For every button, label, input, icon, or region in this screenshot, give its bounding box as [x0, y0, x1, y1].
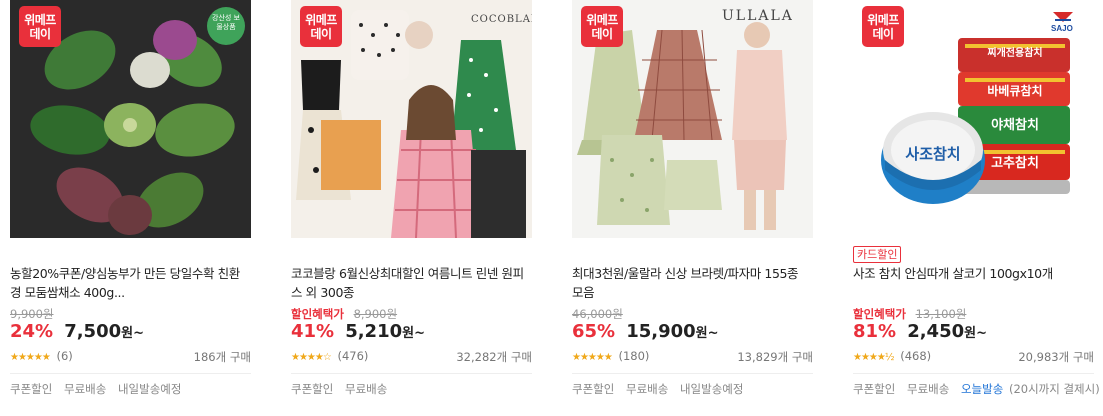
product-thumbnail[interactable]: COCOBLANC 위메프 데이 [291, 0, 532, 238]
delivery-schedule-label: 내일발송예정 [117, 382, 182, 396]
coupon-discount-label: 쿠폰할인 [572, 382, 615, 396]
product-card[interactable]: 강산성 보물상품 위메프 데이 농할20%쿠폰/양심농부가 만든 당일수확 친환… [10, 0, 251, 416]
rating-row: ★★★★☆ (476) 32,282개 구매 [291, 349, 532, 364]
divider [572, 373, 813, 374]
product-card[interactable]: COCOBLANC 위메프 데이 코코블랑 6월신상최대할인 여름니트 린넨 원… [291, 0, 532, 416]
product-card[interactable]: SAJO 찌개전용참치 바베큐참치 야채참치 고추참치 사조참치 위메프 데이 … [853, 0, 1100, 416]
rating-row: ★★★★½ (468) 20,983개 구매 [853, 349, 1094, 364]
shipping-info: 쿠폰할인 무료배송 내일발송예정 [10, 381, 189, 397]
badge-line2: 데이 [872, 26, 894, 41]
badge-line2: 데이 [310, 26, 332, 41]
sale-price: 7,500 [64, 321, 122, 342]
discount-rate: 81% [853, 321, 897, 342]
product-thumbnail[interactable]: 강산성 보물상품 위메프 데이 [10, 0, 251, 238]
wemakeprice-day-badge: 위메프 데이 [581, 6, 623, 47]
product-thumbnail[interactable]: ULLALA 위메프 데이 [572, 0, 813, 238]
sale-price: 2,450 [907, 321, 965, 342]
product-thumbnail[interactable]: SAJO 찌개전용참치 바베큐참치 야채참치 고추참치 사조참치 위메프 데이 [853, 0, 1094, 238]
star-rating-icon: ★★★★★ [10, 352, 51, 363]
sale-price: 5,210 [345, 321, 403, 342]
badge-line1: 위메프 [305, 12, 337, 27]
can-label-hot-pepper: 고추참치 [991, 156, 1039, 171]
brand-logo: COCOBLANC [471, 14, 532, 25]
product-card[interactable]: ULLALA 위메프 데이 최대3천원/울랄라 신상 브라렛/파자마 155종 … [572, 0, 813, 416]
rating-row: ★★★★★ (6) 186개 구매 [10, 349, 251, 364]
product-title[interactable]: 사조 참치 안심따개 살코기 100gx10개 [853, 264, 1091, 302]
divider [291, 373, 532, 374]
same-day-shipping-label: 오늘발송 [960, 382, 1004, 396]
divider [853, 373, 1094, 374]
rating-row: ★★★★★ (180) 13,829개 구매 [572, 349, 813, 364]
sale-price-row: 24% 7,500원~ [10, 321, 144, 342]
shipping-info: 쿠폰할인 무료배송 [291, 381, 395, 397]
discount-rate: 41% [291, 321, 335, 342]
product-title[interactable]: 최대3천원/울랄라 신상 브라렛/파자마 155종 모음 [572, 264, 810, 302]
original-price-row: 할인혜택가 8,900원 [291, 306, 397, 322]
delivery-schedule-label: 내일발송예정 [679, 382, 744, 396]
wemakeprice-day-badge: 위메프 데이 [300, 6, 342, 47]
price-suffix: 원~ [695, 326, 719, 341]
free-shipping-label: 무료배송 [625, 382, 669, 396]
sold-count: 13,829개 구매 [737, 350, 813, 364]
coupon-discount-label: 쿠폰할인 [10, 382, 53, 396]
can-label-vegetable: 야채참치 [991, 118, 1039, 133]
product-title[interactable]: 농할20%쿠폰/양심농부가 만든 당일수확 친환경 모둠쌈채소 400g... [10, 264, 248, 302]
badge-line2: 데이 [29, 26, 51, 41]
free-shipping-label: 무료배송 [63, 382, 107, 396]
free-shipping-label: 무료배송 [906, 382, 950, 396]
price-suffix: 원~ [121, 326, 144, 341]
brand-logo: ULLALA [722, 8, 794, 24]
sale-price-row: 81% 2,450원~ [853, 321, 987, 342]
badge-line1: 위메프 [24, 12, 56, 27]
can-label-sajo-tuna: 사조참치 [905, 145, 961, 163]
review-count: (468) [900, 349, 932, 363]
discount-rate: 65% [572, 321, 616, 342]
shipping-info: 쿠폰할인 무료배송 오늘발송 (20시까지 결제시) [853, 381, 1103, 397]
sold-count: 186개 구매 [193, 350, 251, 364]
free-shipping-label: 무료배송 [344, 382, 388, 396]
sold-count: 32,282개 구매 [456, 350, 532, 364]
original-price: 46,000원 [572, 307, 623, 321]
can-label-barbeque: 바베큐참치 [987, 84, 1043, 98]
wemakeprice-day-badge: 위메프 데이 [19, 6, 61, 47]
star-rating-icon: ★★★★★ [572, 352, 613, 363]
brand-logo: SAJO [1051, 24, 1073, 33]
coupon-discount-label: 쿠폰할인 [291, 382, 334, 396]
divider [10, 373, 251, 374]
price-suffix: 원~ [964, 326, 987, 341]
card-discount-tag: 카드할인 [853, 246, 902, 263]
badge-line2: 데이 [591, 26, 613, 41]
shipping-info: 쿠폰할인 무료배송 내일발송예정 [572, 381, 751, 397]
review-count: (6) [56, 349, 73, 363]
review-count: (180) [618, 349, 650, 363]
discount-price-label: 할인혜택가 [853, 307, 906, 321]
product-title[interactable]: 코코블랑 6월신상최대할인 여름니트 린넨 원피스 외 300종 [291, 264, 529, 302]
original-price-row: 46,000원 [572, 306, 623, 322]
eco-stamp: 강산성 보물상품 [212, 14, 240, 31]
sold-count: 20,983개 구매 [1018, 350, 1094, 364]
review-count: (476) [337, 349, 369, 363]
sale-price: 15,900 [626, 321, 696, 342]
original-price: 13,100원 [915, 307, 967, 321]
can-label-stew: 찌개전용참치 [987, 48, 1043, 59]
star-rating-icon: ★★★★☆ [291, 352, 332, 363]
original-price-row: 9,900원 [10, 306, 54, 322]
coupon-discount-label: 쿠폰할인 [853, 382, 896, 396]
product-grid: 강산성 보물상품 위메프 데이 농할20%쿠폰/양심농부가 만든 당일수확 친환… [0, 0, 1103, 416]
original-price-row: 할인혜택가 13,100원 [853, 306, 966, 322]
discount-price-label: 할인혜택가 [291, 307, 344, 321]
sale-price-row: 41% 5,210원~ [291, 321, 425, 342]
discount-rate: 24% [10, 321, 54, 342]
price-suffix: 원~ [402, 326, 425, 341]
original-price: 9,900원 [10, 307, 54, 321]
badge-line1: 위메프 [867, 12, 899, 27]
original-price: 8,900원 [353, 307, 398, 321]
sale-price-row: 65% 15,900원~ [572, 321, 719, 342]
shipping-cutoff-note: (20시까지 결제시) [1008, 382, 1100, 396]
badge-line1: 위메프 [586, 12, 618, 27]
star-rating-icon: ★★★★½ [853, 352, 895, 363]
wemakeprice-day-badge: 위메프 데이 [862, 6, 904, 47]
